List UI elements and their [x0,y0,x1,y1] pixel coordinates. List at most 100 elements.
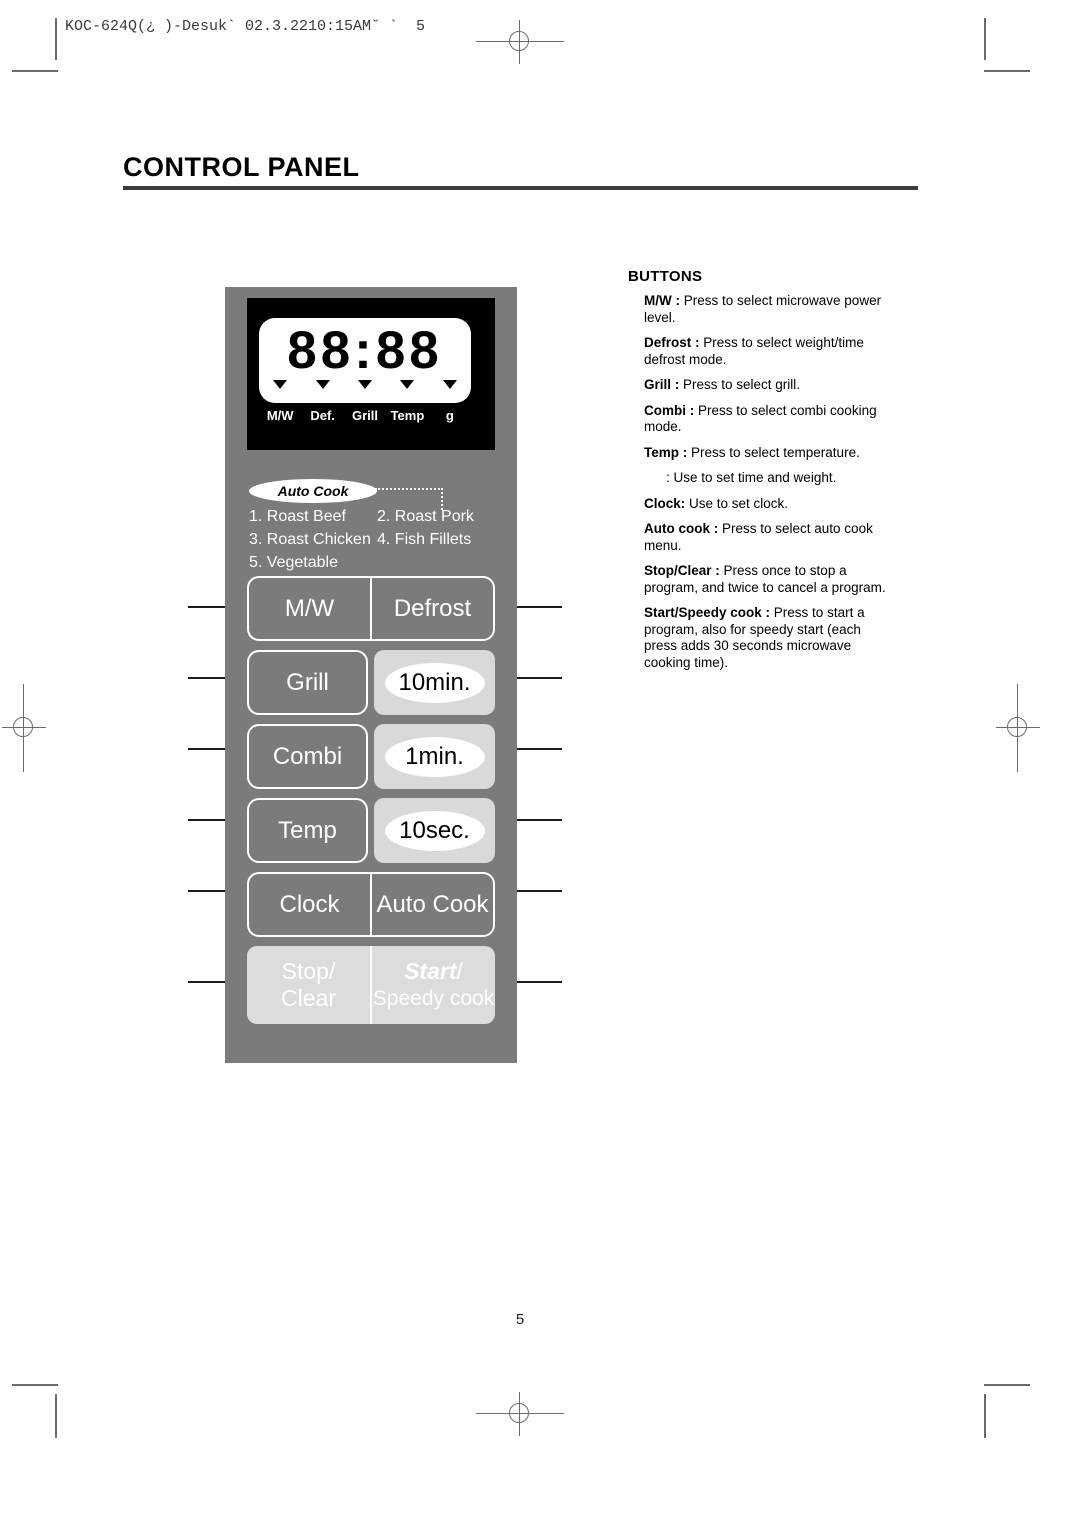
print-header-code: KOC-624Q(¿ )-Desuk` 02.3.2210:15AM˘ ` 5 [65,18,426,35]
triangle-down-icon-mw [259,380,301,389]
button-desc-defrost: Defrost : Press to select weight/time de… [644,335,896,368]
button-desc-term: Auto cook : [644,521,719,536]
grill-button[interactable]: Grill [247,650,368,715]
registration-mark-top [476,20,564,64]
button-desc-text: Press to select microwave power level. [644,293,882,325]
start-slash: / [456,958,463,984]
auto-cook-menu-list: 1. Roast Beef 2. Roast Pork 3. Roast Chi… [249,505,499,574]
temp-button[interactable]: Temp [247,798,368,863]
clock-autocook-pair: Clock Auto Cook [247,872,495,937]
crop-mark-bottom-left-horizontal [12,1384,58,1386]
menu-row: 5. Vegetable [249,551,499,574]
button-desc-combi: Combi : Press to select combi cooking mo… [644,403,896,436]
button-row-combi-1min: Combi 1min. [247,724,495,789]
button-desc-autocook: Auto cook : Press to select auto cook me… [644,521,896,554]
buttons-heading: BUTTONS [628,268,703,285]
menu-item-2: 2. Roast Pork [377,508,474,525]
button-desc-text: Use to set clock. [685,495,789,511]
ten-min-button-label: 10min. [384,662,485,703]
button-row-stop-start: Stop/ Clear Start/ Speedy cook [247,946,495,1024]
page-number: 5 [515,1311,525,1328]
button-desc-text: Press to select temperature. [687,444,860,460]
crop-mark-top-left-horizontal [12,70,58,72]
mw-button[interactable]: M/W [249,578,370,639]
auto-cook-badge: Auto Cook [249,479,377,503]
button-desc-text: : Use to set time and weight. [666,470,837,485]
menu-item-3: 3. Roast Chicken [249,531,371,548]
ten-sec-button-label: 10sec. [384,810,485,851]
start-line1-wrap: Start/ [404,958,463,985]
lcd-area: 88:88 [259,318,471,403]
button-desc-term: Defrost : [644,335,700,350]
triangle-down-icon-temp [386,380,428,389]
registration-mark-right [996,684,1040,772]
stop-clear-button[interactable]: Stop/ Clear [247,946,370,1024]
ten-min-button[interactable]: 10min. [374,650,495,715]
lcd-indicator-labels: M/W Def. Grill Temp g [259,408,471,423]
clock-button[interactable]: Clock [249,874,370,935]
lcd-indicator-triangles [259,380,471,389]
one-min-button-label: 1min. [384,736,485,777]
buttons-description-column: BUTTONS M/W : Press to select microwave … [628,268,896,680]
crop-mark-top-right-vertical [984,18,986,60]
control-panel-diagram: 88:88 M/W Def. Grill Temp g Auto Cook 1.… [225,287,517,1063]
stop-clear-line2: Clear [281,985,336,1011]
triangle-down-icon-def [301,380,343,389]
indicator-label-g: g [445,408,454,423]
crop-mark-bottom-left-vertical [55,1394,57,1438]
page-title: CONTROL PANEL [123,152,360,182]
button-row-mw-defrost: M/W Defrost [247,576,495,641]
auto-cook-button[interactable]: Auto Cook [372,874,493,935]
registration-mark-bottom [476,1392,564,1436]
button-desc-startspeedy: Start/Speedy cook : Press to start a pro… [644,605,896,671]
indicator-label-def: Def. [310,408,335,423]
combi-button[interactable]: Combi [247,724,368,789]
registration-mark-left [2,684,46,772]
button-desc-term: Start/Speedy cook : [644,605,771,620]
button-desc-term: Temp : [644,444,688,460]
indicator-label-grill: Grill [352,408,379,423]
auto-cook-dotted-leader [375,488,443,490]
button-desc-grill: Grill : Press to select grill. [644,377,896,394]
stop-clear-line1: Stop/ [281,958,336,984]
menu-row: 3. Roast Chicken 4. Fish Fillets [249,528,499,551]
menu-item-1: 1. Roast Beef [249,508,346,525]
ten-sec-button[interactable]: 10sec. [374,798,495,863]
auto-cook-badge-label: Auto Cook [277,483,349,499]
menu-item-6 [377,551,497,574]
indicator-label-mw: M/W [266,408,294,423]
speedy-cook-label: Speedy cook [372,987,495,1010]
button-grid: M/W Defrost Grill 10min. Combi 1min. Tem… [247,576,495,1033]
start-label: Start [404,958,457,984]
title-underline [123,186,918,190]
button-desc-mw: M/W : Press to select microwave power le… [644,293,896,326]
defrost-button[interactable]: Defrost [372,578,493,639]
crop-mark-top-left-vertical [55,18,57,60]
button-row-temp-10sec: Temp 10sec. [247,798,495,863]
button-desc-term: M/W : [644,293,680,308]
crop-mark-top-right-horizontal [984,70,1030,72]
crop-mark-bottom-right-horizontal [984,1384,1030,1386]
button-desc-term: Combi : [644,402,695,418]
triangle-down-icon-g [429,380,471,389]
button-desc-term: Grill : [644,377,680,392]
button-desc-clock: Clock: Use to set clock. [644,496,896,513]
start-speedy-cook-button[interactable]: Start/ Speedy cook [372,946,495,1024]
one-min-button[interactable]: 1min. [374,724,495,789]
crop-mark-bottom-right-vertical [984,1394,986,1438]
display-screen: 88:88 M/W Def. Grill Temp g [247,298,495,450]
button-desc-term: Clock: [644,495,686,511]
button-desc-setdial: : Use to set time and weight. [644,470,896,487]
indicator-label-temp: Temp [390,408,425,423]
menu-item-4: 4. Fish Fillets [377,531,472,548]
lcd-digits: 88:88 [287,321,443,380]
button-desc-temp: Temp : Press to select temperature. [644,445,896,462]
button-desc-stopclear: Stop/Clear : Press once to stop a progra… [644,563,896,596]
menu-item-5: 5. Vegetable [249,554,338,571]
button-row-grill-10min: Grill 10min. [247,650,495,715]
button-desc-text: Press to select grill. [679,377,801,392]
stop-start-pair: Stop/ Clear Start/ Speedy cook [247,946,495,1024]
buttons-description-list: M/W : Press to select microwave power le… [628,293,896,671]
menu-row: 1. Roast Beef 2. Roast Pork [249,505,499,528]
button-row-clock-autocook: Clock Auto Cook [247,872,495,937]
